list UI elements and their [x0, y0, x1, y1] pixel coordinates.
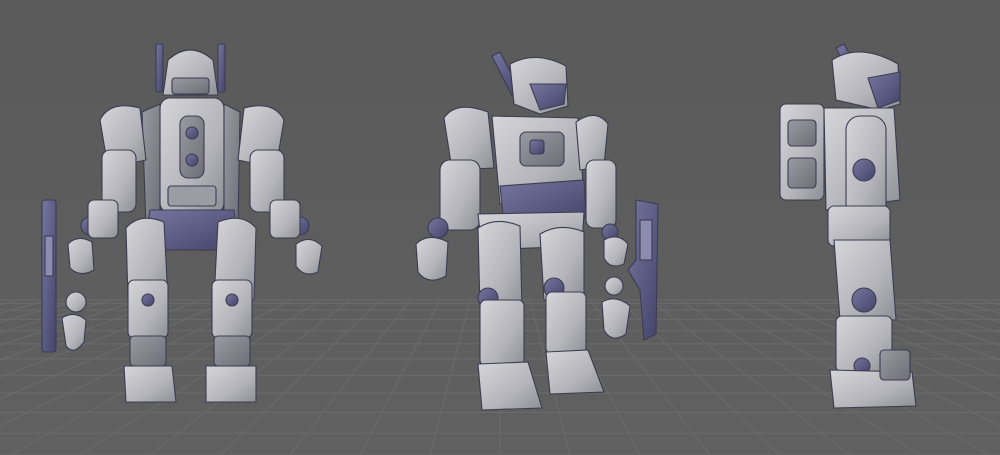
hand-right	[603, 236, 629, 267]
foot-left	[123, 365, 177, 403]
antenna-left	[155, 43, 164, 93]
foot-right	[205, 365, 257, 403]
spare-hand	[61, 313, 87, 351]
hand-right	[295, 238, 323, 275]
spare-ball-joint	[604, 276, 624, 296]
hand-left	[67, 237, 95, 275]
spare-hand	[601, 298, 631, 339]
3d-viewport[interactable]	[0, 0, 1000, 455]
viewport-canvas[interactable]	[0, 0, 1000, 455]
hand-left	[415, 236, 449, 281]
spare-ball-joint	[65, 291, 87, 313]
antenna-right	[217, 43, 226, 93]
